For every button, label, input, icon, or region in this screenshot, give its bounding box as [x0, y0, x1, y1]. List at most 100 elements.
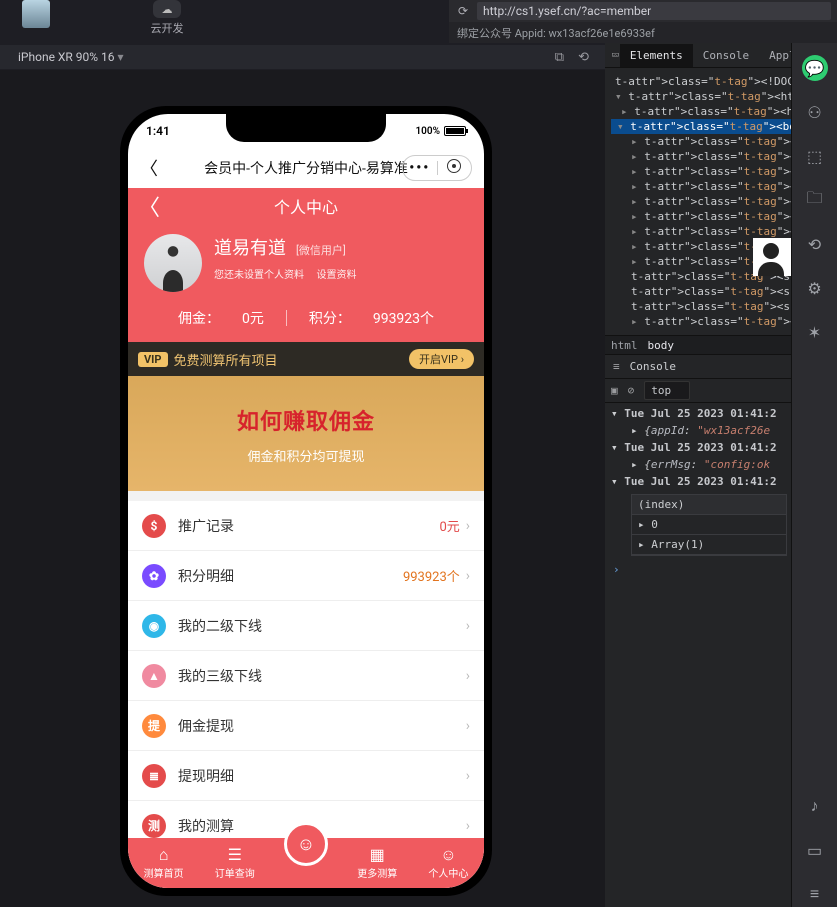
capsule-menu-icon[interactable]: ••• — [403, 160, 437, 176]
menu-label: 积分明细 — [178, 566, 234, 586]
points-value: 993923个 — [373, 308, 434, 328]
people-icon[interactable]: ⚇ — [802, 99, 828, 125]
tabbar-icon: ▦ — [370, 847, 385, 863]
phone-frame: 1:41 100% 〈 会员中-个人推广分销中心-易算准 ••• 〈 个人 — [120, 106, 492, 896]
menu-icon: ▲ — [142, 664, 166, 688]
more-icon[interactable]: ≡ — [802, 881, 828, 907]
rotate-icon[interactable]: ⟲ — [578, 50, 589, 65]
tabbar-label: 测算首页 — [144, 865, 184, 880]
menu-icon: 提 — [142, 714, 166, 738]
tab-console[interactable]: Console — [693, 44, 759, 67]
reload-icon[interactable]: ⟳ — [449, 4, 477, 18]
tabbar-icon: ⌂ — [159, 847, 169, 863]
cloud-icon: ☁ — [153, 0, 181, 18]
menu-item-1[interactable]: ✿ 积分明细 993923个 › — [128, 551, 484, 601]
phone-icon[interactable]: ▭ — [802, 837, 828, 863]
promo-title: 如何赚取佣金 — [128, 404, 484, 436]
menu-item-2[interactable]: ◉ 我的二级下线 › — [128, 601, 484, 651]
tabbar-item-4[interactable]: ☺ 个人中心 — [413, 838, 484, 888]
app-back-icon[interactable]: 〈 — [138, 190, 160, 222]
box-icon[interactable]: ⬚ — [802, 143, 828, 169]
menu-icon: ≣ — [142, 764, 166, 788]
url-input[interactable]: http://cs1.ysef.cn/?ac=member — [477, 2, 831, 20]
edit-profile-link[interactable]: 设置资料 — [316, 270, 356, 281]
commission-label: 佣金： — [178, 308, 220, 328]
profile-tip: 您还未设置个人资料 — [214, 270, 304, 281]
chevron-right-icon: › — [466, 718, 470, 734]
tabbar-item-3[interactable]: ▦ 更多测算 — [342, 838, 413, 888]
tabbar-icon: ☺ — [440, 847, 456, 863]
menu-item-0[interactable]: $ 推广记录 0元 › — [128, 501, 484, 551]
tabbar-center-button[interactable]: ☺ — [284, 822, 328, 866]
console-stop-icon[interactable]: ⊘ — [628, 383, 635, 398]
cloud-dev-button[interactable]: ☁ 云开发 — [147, 0, 187, 40]
floating-avatar[interactable] — [753, 238, 791, 276]
appid-line: 绑定公众号 Appid: wx13acf26e1e6933ef — [449, 22, 837, 43]
console-body[interactable]: ▾ Tue Jul 25 2023 01:41:2▸ {appId: "wx13… — [605, 403, 791, 581]
bug-icon[interactable]: ⚙ — [802, 275, 828, 301]
mp-back-icon[interactable]: 〈 — [140, 155, 158, 181]
dom-breadcrumb[interactable]: html body — [605, 335, 791, 355]
tabbar-icon: ☰ — [228, 847, 242, 863]
chevron-right-icon: › — [466, 568, 470, 584]
menu-label: 我的三级下线 — [178, 666, 262, 686]
music-icon[interactable]: ♪ — [802, 793, 828, 819]
link-icon[interactable]: ⟲ — [802, 231, 828, 257]
star-icon[interactable]: ✶ — [802, 319, 828, 345]
menu-item-5[interactable]: ≣ 提现明细 › — [128, 751, 484, 801]
console-context[interactable]: top — [644, 381, 690, 400]
vip-text: 免费测算所有项目 — [174, 350, 278, 369]
menu-label: 佣金提现 — [178, 716, 234, 736]
avatar[interactable] — [144, 234, 202, 292]
tabbar-label: 订单查询 — [215, 865, 255, 880]
tab-elements[interactable]: Elements — [620, 44, 693, 67]
tabbar-label: 更多测算 — [357, 865, 397, 880]
menu-icon: ✿ — [142, 564, 166, 588]
menu-item-4[interactable]: 提佣金提现 › — [128, 701, 484, 751]
breadcrumb-body[interactable]: body — [648, 338, 675, 353]
menu-label: 我的二级下线 — [178, 616, 262, 636]
mp-title: 会员中-个人推广分销中心-易算准 — [204, 158, 408, 178]
chevron-right-icon: › — [466, 618, 470, 634]
menu-icon: $ — [142, 514, 166, 538]
vip-bar[interactable]: VIP 免费测算所有项目 开启VIP › — [128, 342, 484, 376]
activity-bar: 💬 ⚇ ⬚ 🗀 ⟲ ⚙ ✶ ♪ ▭ ≡ — [791, 43, 837, 907]
menu-value: 0元 — [439, 516, 459, 535]
menu-label: 推广记录 — [178, 516, 234, 536]
url-text: http://cs1.ysef.cn/?ac=member — [483, 4, 651, 18]
tabbar: ☺ ⌂测算首页☰订单查询▦更多测算☺个人中心 — [128, 838, 484, 888]
menu-item-3[interactable]: ▲我的三级下线› — [128, 651, 484, 701]
vip-badge: VIP — [138, 352, 168, 367]
menu-list: $推广记录0元›✿积分明细993923个›◉我的二级下线›▲我的三级下线›提佣金… — [128, 501, 484, 851]
breadcrumb-html[interactable]: html — [611, 338, 638, 353]
dom-tree[interactable]: t-attr">class="t-tag"><!DOCTYPE html>t-a… — [605, 68, 791, 335]
menu-icon: 测 — [142, 814, 166, 838]
app-title: 个人中心 — [274, 194, 338, 218]
copy-icon[interactable]: ⧉ — [555, 50, 564, 65]
status-battery: 100% — [415, 126, 466, 137]
points-label: 积分： — [309, 308, 351, 328]
tabbar-label: 个人中心 — [428, 865, 468, 880]
menu-icon: ◉ — [142, 614, 166, 638]
chat-icon[interactable]: 💬 — [802, 55, 828, 81]
inspect-icon[interactable]: ⮹ — [611, 48, 620, 63]
project-thumb[interactable] — [22, 0, 50, 28]
chevron-right-icon: › — [466, 768, 470, 784]
mp-capsule[interactable]: ••• — [402, 155, 472, 181]
chevron-right-icon: › — [466, 518, 470, 534]
tabbar-item-1[interactable]: ☰ 订单查询 — [199, 838, 270, 888]
menu-label: 提现明细 — [178, 766, 234, 786]
vip-open-button[interactable]: 开启VIP › — [409, 349, 474, 369]
menu-label: 我的测算 — [178, 816, 234, 836]
console-menu-icon[interactable]: ≡ — [613, 359, 620, 374]
console-header: Console — [630, 359, 676, 374]
tabbar-item-0[interactable]: ⌂ 测算首页 — [128, 838, 199, 888]
commission-value: 0元 — [242, 308, 264, 328]
capsule-close-icon[interactable] — [438, 159, 472, 177]
promo-banner[interactable]: 如何赚取佣金 佣金和积分均可提现 — [128, 376, 484, 491]
notch — [226, 114, 386, 142]
console-clear-icon[interactable]: ▣ — [611, 383, 618, 398]
device-picker[interactable]: iPhone XR 90% 16 — [18, 50, 124, 64]
folder-icon[interactable]: 🗀 — [802, 187, 828, 213]
menu-value: 993923个 — [403, 566, 460, 585]
